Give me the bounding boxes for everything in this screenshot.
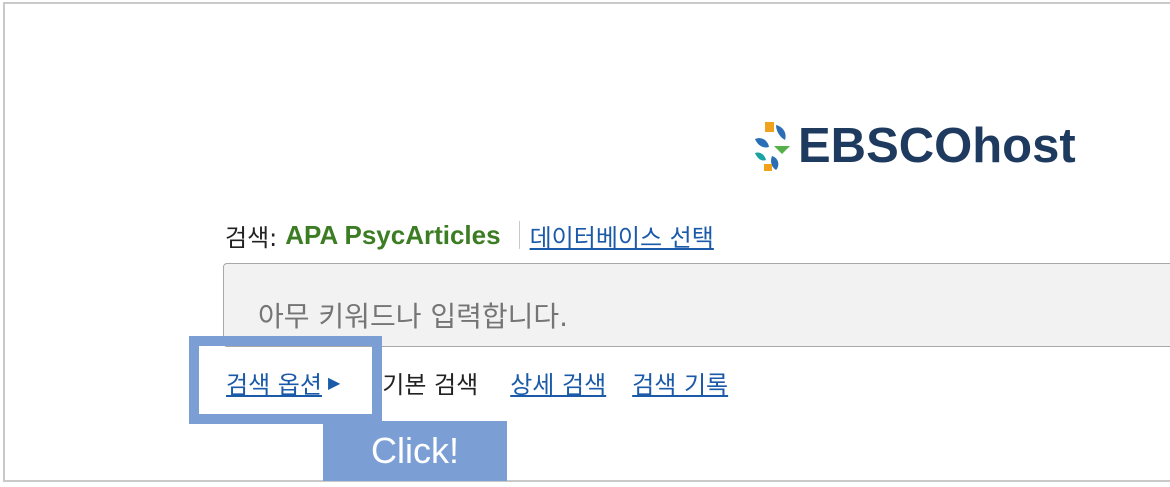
search-prefix-label: 검색: (225, 223, 278, 252)
search-input[interactable] (223, 263, 1170, 347)
ebsco-logo-mark-icon (755, 122, 790, 171)
ebsco-logo: EBSCOhost (752, 116, 1076, 176)
advanced-search-link[interactable]: 상세 검색 (510, 365, 606, 400)
select-database-link[interactable]: 데이터베이스 선택 (530, 218, 714, 253)
selected-database-name: APA PsycArticles (285, 219, 501, 250)
search-options-link[interactable]: 검색 옵션 (226, 365, 322, 400)
database-line: 검색: APA PsycArticles 데이터베이스 선택 (225, 218, 714, 252)
caret-right-icon[interactable]: ▶ (328, 373, 340, 392)
search-history-link[interactable]: 검색 기록 (632, 365, 728, 400)
search-options-row: 검색 옵션 ▶ 기본 검색 상세 검색 검색 기록 (226, 364, 728, 400)
divider (518, 221, 520, 249)
logo-text: EBSCOhost (798, 118, 1076, 173)
basic-search-label: 기본 검색 (382, 370, 479, 399)
click-callout: Click! (323, 421, 507, 481)
